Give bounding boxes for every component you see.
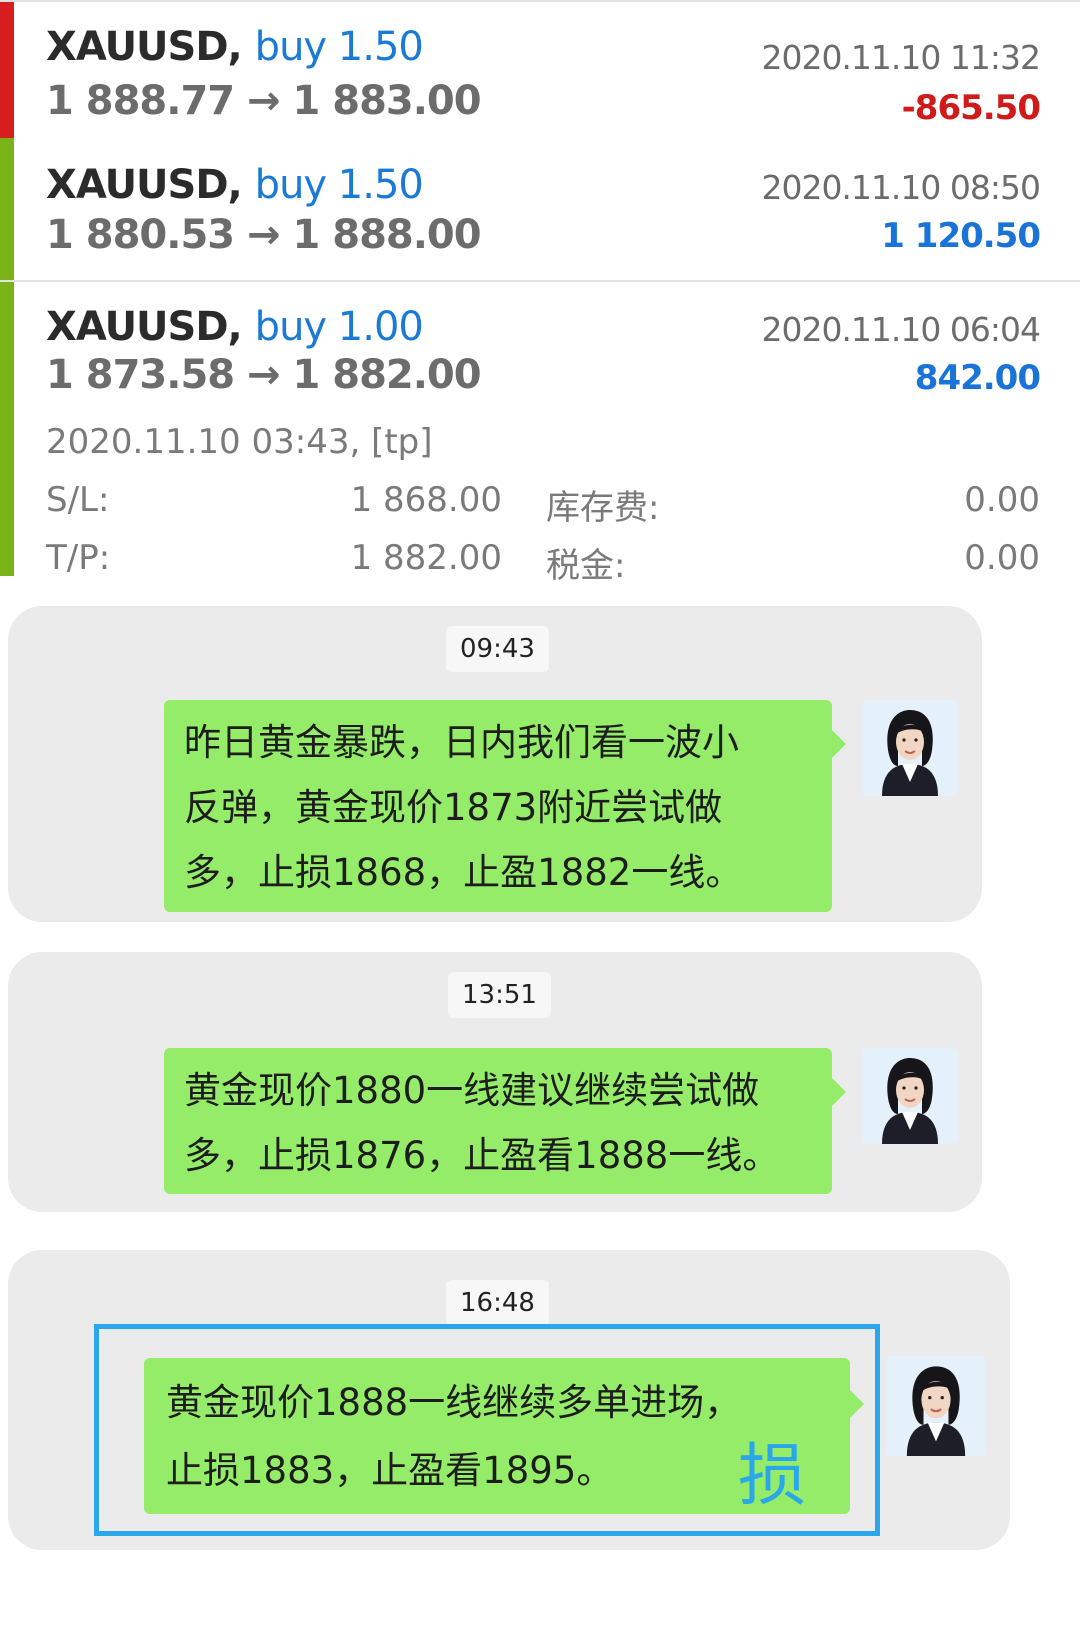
avatar[interactable] <box>862 1048 958 1144</box>
chat-message-card: 09:43 昨日黄金暴跌，日内我们看一波小 反弹，黄金现价1873附近尝试做 多… <box>8 606 982 922</box>
bubble-tail <box>832 1078 846 1106</box>
profit-indicator-bar <box>0 138 14 280</box>
trade-title: XAUUSD, buy 1.50 <box>46 162 424 208</box>
profit-indicator-bar <box>0 282 14 576</box>
open-close-prices: 1 888.77 → 1 883.00 <box>46 78 482 124</box>
trade-title: XAUUSD, buy 1.00 <box>46 304 424 350</box>
avatar[interactable] <box>862 700 958 796</box>
tp-value: 1 882.00 <box>350 538 502 578</box>
message-line: 昨日黄金暴跌，日内我们看一波小 <box>184 721 739 764</box>
swap-value: 0.00 <box>964 480 1040 520</box>
message-line: 多，止损1876，止盈看1888一线。 <box>184 1134 780 1177</box>
watermark-text: 损 <box>738 1437 807 1516</box>
message-line: 黄金现价1888一线继续多单进场， <box>166 1381 742 1424</box>
trade-item[interactable]: XAUUSD, buy 1.50 1 880.53 → 1 888.00 202… <box>0 138 1080 282</box>
symbol: XAUUSD, <box>46 162 243 208</box>
message-time: 09:43 <box>446 626 549 672</box>
message-bubble[interactable]: 黄金现价1880一线建议继续尝试做 多，止损1876，止盈看1888一线。 <box>164 1048 846 1194</box>
bubble-tail <box>850 1390 864 1418</box>
open-close-prices: 1 880.53 → 1 888.00 <box>46 212 482 258</box>
message-line: 反弹，黄金现价1873附近尝试做 <box>184 786 723 829</box>
trade-profit: 842.00 <box>914 358 1041 398</box>
close-info: 2020.11.10 03:43, [tp] <box>46 422 433 462</box>
trade-profit: 1 120.50 <box>881 216 1041 256</box>
chat-message-card: 16:48 黄金现价1888一线继续多单进场， 止损1883，止盈看1895。 … <box>8 1250 1010 1550</box>
message-time: 13:51 <box>448 972 551 1018</box>
symbol: XAUUSD, <box>46 24 243 70</box>
trade-history-list: XAUUSD, buy 1.50 1 888.77 → 1 883.00 202… <box>0 0 1080 600</box>
side-volume: buy 1.50 <box>254 162 424 208</box>
tp-label: T/P: <box>46 538 111 578</box>
side-volume: buy 1.00 <box>254 304 424 350</box>
tax-value: 0.00 <box>964 538 1040 578</box>
user-avatar-icon <box>886 1356 986 1456</box>
symbol: XAUUSD, <box>46 304 243 350</box>
swap-label: 库存费: <box>546 488 660 528</box>
bubble-tail <box>832 730 846 758</box>
sl-value: 1 868.00 <box>350 480 502 520</box>
trade-item-expanded[interactable]: XAUUSD, buy 1.00 1 873.58 → 1 882.00 202… <box>0 282 1080 586</box>
message-time: 16:48 <box>446 1280 549 1326</box>
message-line: 多，止损1868，止盈1882一线。 <box>184 851 743 894</box>
side-volume: buy 1.50 <box>254 24 424 70</box>
message-line: 黄金现价1880一线建议继续尝试做 <box>184 1069 760 1112</box>
open-close-prices: 1 873.58 → 1 882.00 <box>46 352 482 398</box>
trade-time: 2020.11.10 06:04 <box>761 310 1041 349</box>
user-avatar-icon <box>862 700 958 796</box>
tax-label: 税金: <box>546 546 626 586</box>
chat-message-card: 13:51 黄金现价1880一线建议继续尝试做 多，止损1876，止盈看1888… <box>8 952 982 1212</box>
avatar[interactable] <box>886 1356 986 1456</box>
sl-label: S/L: <box>46 480 110 520</box>
user-avatar-icon <box>862 1048 958 1144</box>
trade-profit: -865.50 <box>901 88 1041 128</box>
trade-title: XAUUSD, buy 1.50 <box>46 24 424 70</box>
trade-time: 2020.11.10 08:50 <box>761 168 1041 207</box>
loss-indicator-bar <box>0 2 14 138</box>
message-line: 止损1883，止盈看1895。 <box>166 1449 614 1492</box>
trade-time: 2020.11.10 11:32 <box>761 38 1041 77</box>
trade-item[interactable]: XAUUSD, buy 1.50 1 888.77 → 1 883.00 202… <box>0 0 1080 140</box>
message-bubble[interactable]: 昨日黄金暴跌，日内我们看一波小 反弹，黄金现价1873附近尝试做 多，止损186… <box>164 700 846 912</box>
